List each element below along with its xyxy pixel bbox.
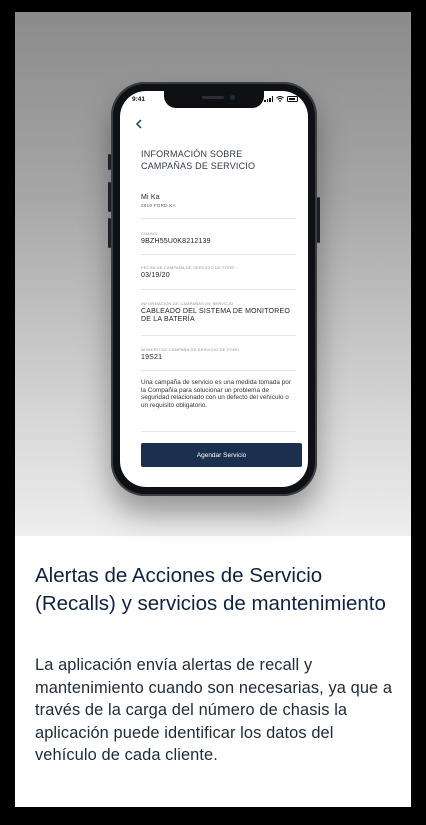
field-value: 03/19/20 (141, 272, 170, 279)
agendar-servicio-button[interactable]: Agendar Servicio (141, 443, 302, 467)
divider (141, 289, 296, 290)
vehicle-name: Mi Ka (141, 194, 160, 201)
speaker-grille (202, 96, 224, 99)
divider (141, 218, 296, 219)
feature-card: 9:41 INFORMACIÓN SOBRE CAMPAÑAS DE SERVI… (15, 12, 411, 807)
campaign-description: Una campaña de servicio es una medida to… (141, 379, 291, 409)
field-label: Fecha de campaña de servicio de Ford (141, 265, 235, 270)
volume-up-button (108, 182, 111, 212)
field-informacion: Información de campañas de servicio CABL… (141, 301, 296, 324)
power-button (317, 197, 320, 243)
status-icons (264, 96, 298, 102)
signal-icon (264, 96, 273, 102)
vehicle-model: 2019 FORD KA (141, 203, 176, 208)
field-label: Chasis (141, 231, 158, 236)
field-value: 9BZH55U0K8212139 (141, 238, 211, 245)
field-value: 19S21 (141, 354, 163, 361)
divider (141, 254, 296, 255)
feature-heading: Alertas de Acciones de Servicio (Recalls… (35, 564, 386, 615)
field-label: Información de campañas de servicio (141, 301, 234, 306)
phone-mockup: 9:41 INFORMACIÓN SOBRE CAMPAÑAS DE SERVI… (108, 82, 320, 496)
volume-down-button (108, 218, 111, 248)
divider (141, 370, 296, 371)
field-fecha: Fecha de campaña de servicio de Ford 03/… (141, 265, 296, 280)
chevron-left-icon[interactable] (135, 118, 142, 131)
silent-switch (108, 154, 111, 170)
field-value: CABLEADO DEL SISTEMA DE MONITOREO DE LA … (141, 308, 290, 323)
feature-body: La aplicación envía alertas de recall y … (35, 656, 393, 764)
phone-notch (164, 91, 264, 108)
hero-image: 9:41 INFORMACIÓN SOBRE CAMPAÑAS DE SERVI… (15, 12, 411, 536)
battery-icon (287, 96, 298, 102)
status-time: 9:41 (132, 96, 146, 103)
wifi-icon (276, 96, 284, 102)
front-camera (230, 95, 235, 100)
field-chasis: Chasis 9BZH55U0K8212139 (141, 231, 296, 246)
divider (141, 431, 296, 432)
phone-screen: 9:41 INFORMACIÓN SOBRE CAMPAÑAS DE SERVI… (120, 91, 308, 487)
vehicle-info: Mi Ka 2019 FORD KA (141, 194, 296, 208)
field-label: Número de campaña de servicio de Ford (141, 347, 240, 352)
field-numero: Número de campaña de servicio de Ford 19… (141, 347, 296, 362)
divider (141, 335, 296, 336)
screen-title: INFORMACIÓN SOBRE CAMPAÑAS DE SERVICIO (141, 149, 256, 171)
